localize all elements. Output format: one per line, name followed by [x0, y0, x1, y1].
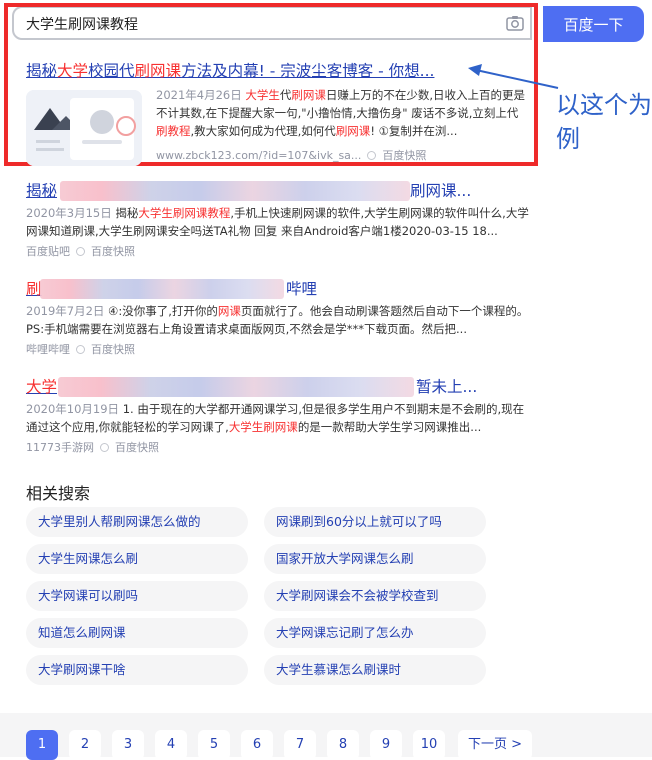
search-result-2: 揭秘 刷网课... 2020年3月15日 揭秘大学生刷网课教程,手机上快速刷网课…: [26, 180, 536, 259]
result-source-name[interactable]: 11773手游网: [26, 441, 94, 454]
annotation-note: 以这个为例: [556, 91, 652, 153]
shield-icon: [100, 443, 109, 452]
page-2-button[interactable]: 2: [69, 730, 101, 760]
page-9-button[interactable]: 9: [370, 730, 402, 760]
result-thumbnail[interactable]: [26, 90, 142, 166]
search-box[interactable]: [12, 6, 532, 40]
blurred-title-mask: [60, 181, 410, 201]
search-input[interactable]: [24, 8, 498, 40]
result-source-name[interactable]: 百度贴吧: [26, 245, 70, 258]
result-source-name[interactable]: 哔哩哔哩: [26, 343, 70, 356]
related-search-item[interactable]: 网课刷到60分以上就可以了吗: [264, 507, 486, 537]
result-meta: 11773手游网 百度快照: [26, 439, 536, 455]
related-search-item[interactable]: 大学生网课怎么刷: [26, 544, 248, 574]
next-page-button[interactable]: 下一页 >: [458, 730, 532, 760]
result-snippet: 2020年10月19日 1. 由于现在的大学都开通网课学习,但是很多学生用户不到…: [26, 402, 525, 434]
related-search-item[interactable]: 知道怎么刷网课: [26, 618, 248, 648]
camera-icon[interactable]: [506, 15, 524, 31]
related-search-item[interactable]: 大学刷网课干啥: [26, 655, 248, 685]
blurred-title-mask: [40, 279, 284, 299]
related-search-item[interactable]: 大学刷网课会不会被学校查到: [264, 581, 486, 611]
search-result-3: 刷 哔哩 2019年7月2日 ④:没你事了,打开你的网课页面就行了。他会自动刷课…: [26, 278, 536, 357]
snapshot-link[interactable]: 百度快照: [382, 149, 426, 162]
page-1-button[interactable]: 1: [26, 730, 58, 760]
result-meta: www.zbck123.com/?id=107&ivk_sa... 百度快照: [156, 147, 426, 163]
related-search-item[interactable]: 大学网课忘记刷了怎么办: [264, 618, 486, 648]
search-result-1: 揭秘大学校园代刷网课方法及内幕! - 宗波尘客博客 - 你想... 2021年4…: [26, 60, 536, 166]
snapshot-link[interactable]: 百度快照: [91, 343, 135, 356]
related-search-item[interactable]: 国家开放大学网课怎么刷: [264, 544, 486, 574]
page-7-button[interactable]: 7: [284, 730, 316, 760]
page-8-button[interactable]: 8: [327, 730, 359, 760]
result-snippet: 2020年3月15日 揭秘大学生刷网课教程,手机上快速刷网课的软件,大学生刷网课…: [26, 206, 529, 238]
result-meta: 哔哩哔哩 百度快照: [26, 341, 536, 357]
result-source-url[interactable]: www.zbck123.com/?id=107&ivk_sa...: [156, 149, 361, 162]
snapshot-link[interactable]: 百度快照: [91, 245, 135, 258]
related-search-item[interactable]: 大学网课可以刷吗: [26, 581, 248, 611]
result-meta: 百度贴吧 百度快照: [26, 243, 536, 259]
pagination: 1 2 3 4 5 6 7 8 9 10 下一页 >: [0, 713, 652, 760]
page-5-button[interactable]: 5: [198, 730, 230, 760]
search-button[interactable]: 百度一下: [543, 6, 644, 42]
page-4-button[interactable]: 4: [155, 730, 187, 760]
shield-icon: [76, 247, 85, 256]
result-snippet: 2019年7月2日 ④:没你事了,打开你的网课页面就行了。他会自动刷课答题然后自…: [26, 304, 529, 336]
result-title-link[interactable]: 揭秘大学校园代刷网课方法及内幕! - 宗波尘客博客 - 你想...: [26, 60, 536, 82]
snapshot-link[interactable]: 百度快照: [115, 441, 159, 454]
related-search-title: 相关搜索: [26, 484, 91, 503]
related-search-item[interactable]: 大学生慕课怎么刷课时: [264, 655, 486, 685]
related-search-item[interactable]: 大学里别人帮刷网课怎么做的: [26, 507, 248, 537]
shield-icon: [367, 151, 377, 160]
result-snippet: 2021年4月26日 大学生代刷网课日赚上万的不在少数,日收入上百的更是不计其数…: [156, 88, 526, 138]
page-6-button[interactable]: 6: [241, 730, 273, 760]
page-3-button[interactable]: 3: [112, 730, 144, 760]
page-10-button[interactable]: 10: [413, 730, 445, 760]
shield-icon: [76, 345, 85, 354]
blurred-title-mask: [58, 377, 414, 397]
search-result-4: 大学 暂未上... 2020年10月19日 1. 由于现在的大学都开通网课学习,…: [26, 376, 536, 455]
